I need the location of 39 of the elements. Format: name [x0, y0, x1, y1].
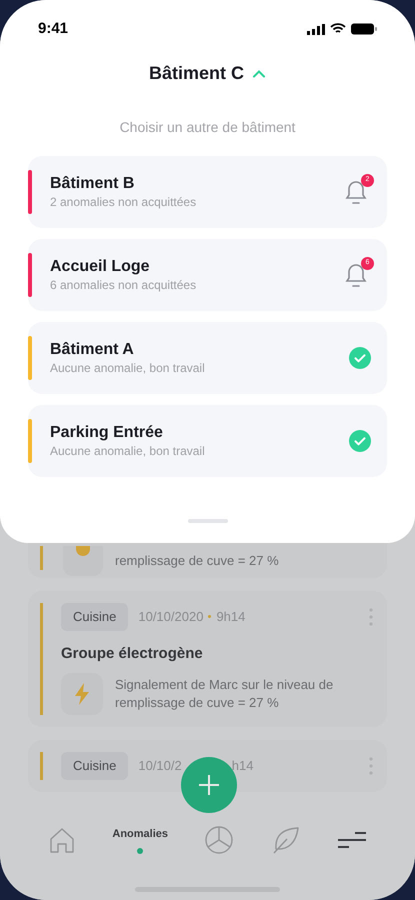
- check-circle-icon: [349, 430, 371, 452]
- check-circle-icon: [349, 347, 371, 369]
- building-selector[interactable]: Bâtiment C: [148, 60, 266, 87]
- building-name: Bâtiment A: [50, 340, 135, 360]
- anomaly-date: 10/10/2020: [138, 608, 204, 626]
- building-status: Aucune anomalie, bon travail: [50, 360, 206, 376]
- battery-icon: [351, 23, 377, 35]
- building-card[interactable]: Bâtiment A Aucune anomalie, bon travail: [28, 322, 387, 394]
- sheet-subtitle: Choisir un autre de bâtiment: [120, 118, 296, 137]
- pie-chart-icon[interactable]: [204, 825, 234, 855]
- leaf-icon[interactable]: [270, 825, 301, 855]
- category-tag: Cuisine: [61, 752, 128, 780]
- home-icon[interactable]: [48, 826, 76, 854]
- building-status: 2 anomalies non acquittées: [50, 194, 198, 210]
- building-name: Accueil Loge: [50, 257, 151, 277]
- bell-icon: [343, 178, 369, 206]
- anomaly-description: remplissage de cuve = 27 %: [115, 552, 279, 570]
- anomaly-description: Signalement de Marc sur le niveau de remplissage de cuve = 27 %: [115, 676, 334, 712]
- bell-icon: [343, 261, 369, 289]
- building-status: Aucune anomalie, bon travail: [50, 443, 206, 459]
- nav-tab[interactable]: Anomalies: [112, 826, 168, 842]
- building-status: 6 anomalies non acquittées: [50, 277, 198, 293]
- anomaly-title: Groupe électrogène: [61, 644, 204, 664]
- dot-separator: [208, 615, 212, 618]
- building-name: Parking Entrée: [50, 423, 164, 443]
- plus-icon: [198, 774, 220, 796]
- anomaly-date: 10/10/2: [138, 757, 182, 775]
- category-tag: Cuisine: [61, 603, 128, 630]
- lightning-icon: [74, 683, 90, 705]
- building-name: Bâtiment B: [50, 174, 136, 194]
- anomaly-time: h14: [232, 757, 254, 775]
- wifi-icon: [330, 23, 346, 35]
- anomaly-time: 9h14: [216, 608, 246, 626]
- building-card[interactable]: Parking Entrée Aucune anomalie, bon travail: [28, 405, 387, 477]
- menu-icon[interactable]: [336, 831, 367, 849]
- anomaly-card[interactable]: Cuisine 10/10/2020 9h14 Groupe électrogène Signalement de Marc sur le niveau de remplissage de cuve = 27 %: [28, 591, 387, 727]
- anomaly-card[interactable]: Cuisine 10/10/2 h14: [28, 740, 387, 792]
- status-time: 9:41: [38, 18, 68, 39]
- signal-icon: [307, 24, 325, 34]
